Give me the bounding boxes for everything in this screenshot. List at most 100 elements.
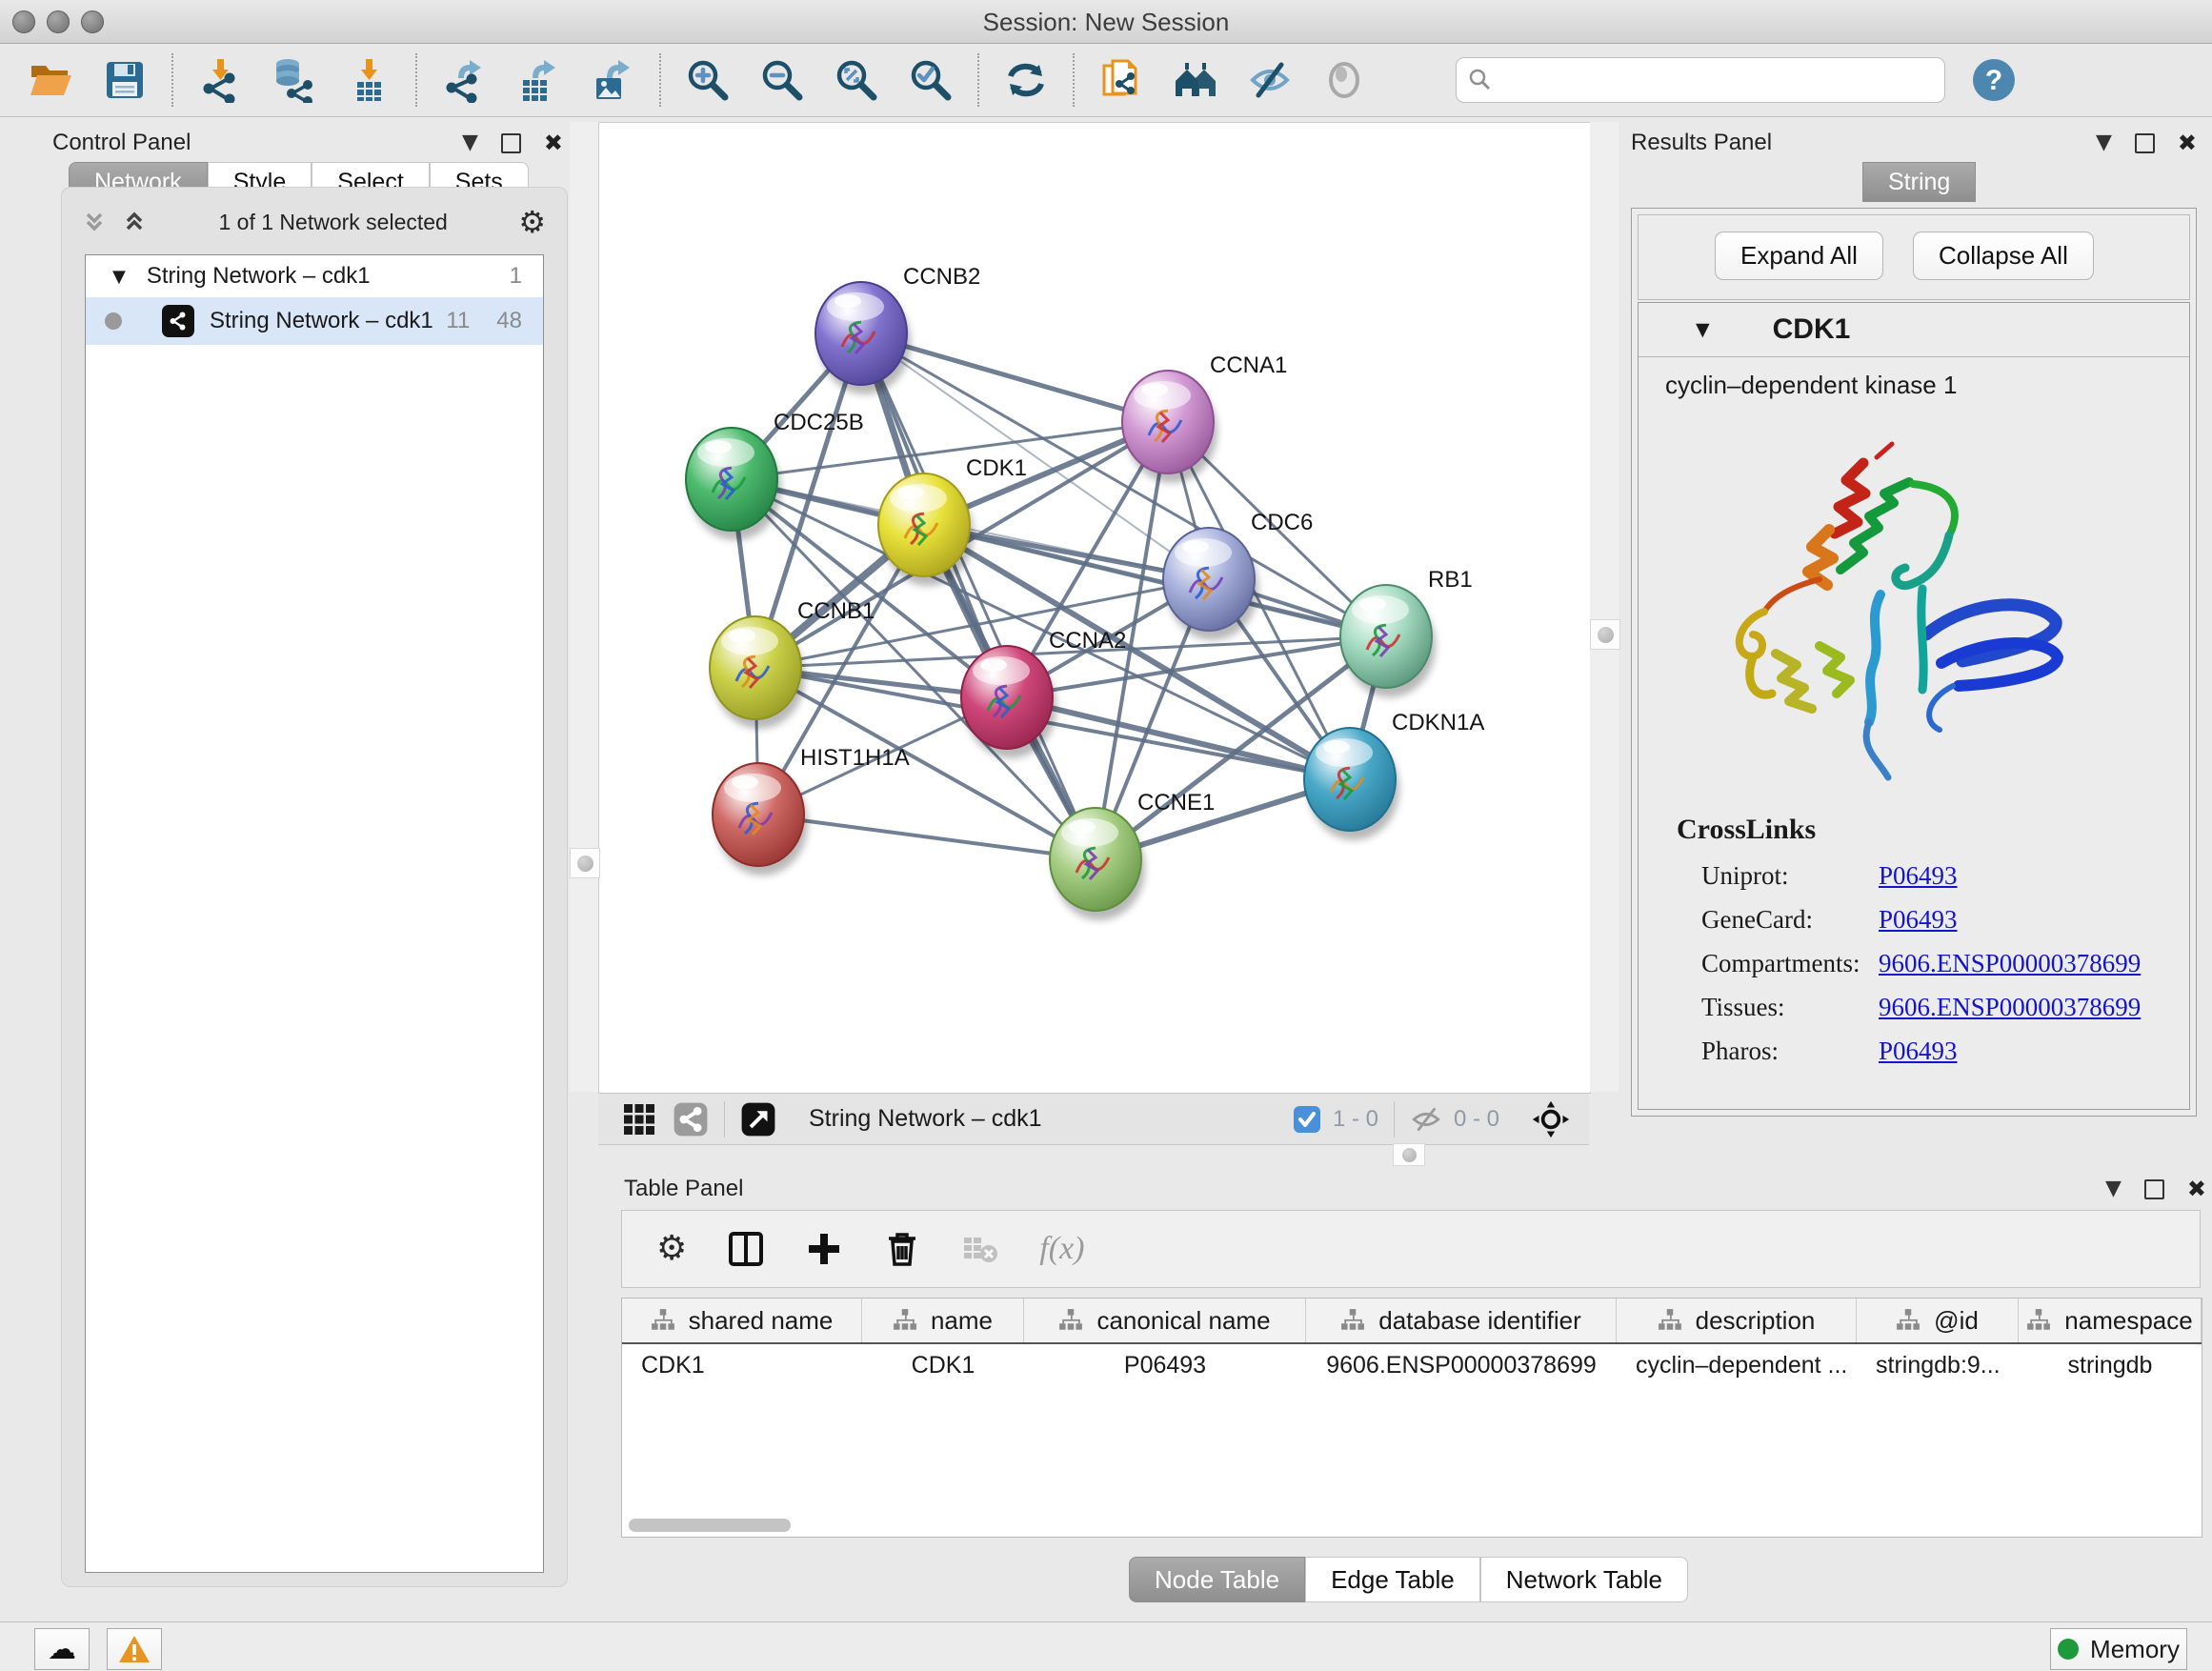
network-node-CCNB2[interactable]: CCNB2 [815,264,980,394]
crosslink-link[interactable]: 9606.ENSP00000378699 [1879,949,2141,978]
network-node-CCNA1[interactable]: CCNA1 [1122,352,1287,483]
tab-node-table[interactable]: Node Table [1129,1557,1305,1602]
delete-table-icon[interactable] [961,1230,999,1268]
fit-center-crosshair-icon[interactable] [1532,1100,1570,1138]
table-horizontal-scrollbar[interactable] [629,1519,791,1532]
hidden-counts: 0 - 0 [1454,1106,1499,1133]
network-options-gear-icon[interactable]: ⚙ [518,207,546,237]
apply-preferred-layout-icon[interactable] [1002,56,1050,104]
table-cell[interactable]: cyclin–dependent ... [1617,1352,1857,1379]
export-image-icon[interactable] [589,56,636,104]
search-input[interactable] [1493,66,1906,94]
expand-all-chevron-icon[interactable] [121,209,148,235]
results-panel-float-icon[interactable] [2135,133,2155,153]
table-cell[interactable]: P06493 [1024,1352,1306,1379]
table-row[interactable]: CDK1CDK1P064939606.ENSP00000378699cyclin… [622,1344,2202,1386]
show-columns-icon[interactable] [727,1230,765,1268]
detach-view-icon[interactable] [740,1101,776,1137]
table-cell[interactable]: CDK1 [862,1352,1024,1379]
crosslink-link[interactable]: 9606.ENSP00000378699 [1879,993,2141,1022]
column-header-namespace[interactable]: namespace [2019,1299,2202,1342]
import-network-from-file-icon[interactable] [196,56,244,104]
control-panel-close-icon[interactable]: ✖ [544,131,563,154]
help-icon[interactable]: ? [1970,56,2018,104]
open-session-icon[interactable] [27,56,74,104]
table-cell[interactable]: CDK1 [622,1352,862,1379]
zoom-out-icon[interactable] [758,56,806,104]
network-edge-CCNA2-CDKN1A[interactable] [1007,697,1350,779]
zoom-fit-icon[interactable] [833,56,880,104]
column-header-canonical-name[interactable]: canonical name [1024,1299,1306,1342]
results-panel-menu-icon[interactable]: ▼ [2096,132,2112,153]
column-header-name[interactable]: name [862,1299,1024,1342]
graphics-details-icon[interactable] [673,1101,709,1137]
crosslink-link[interactable]: P06493 [1879,1037,1958,1066]
table-cell[interactable]: 9606.ENSP00000378699 [1306,1352,1617,1379]
first-neighbors-icon[interactable] [1172,56,1219,104]
tab-edge-table[interactable]: Edge Table [1305,1557,1480,1602]
memory-button[interactable]: Memory [2050,1628,2187,1670]
results-panel-close-icon[interactable]: ✖ [2178,131,2197,154]
export-table-icon[interactable] [514,56,562,104]
network-node-RB1[interactable]: RB1 [1340,567,1473,697]
table-settings-gear-icon[interactable]: ⚙ [656,1232,687,1266]
table-cell[interactable]: stringdb:9... [1857,1352,2019,1379]
birdseye-view-icon[interactable] [623,1103,655,1136]
import-network-from-database-icon[interactable] [271,56,318,104]
column-header-@id[interactable]: @id [1857,1299,2019,1342]
table-cell[interactable]: stringdb [2019,1352,2202,1379]
delete-column-trash-icon[interactable] [883,1230,921,1268]
network-current-dot-icon [105,312,122,330]
table-panel-menu-icon[interactable]: ▼ [2105,1178,2122,1199]
create-column-icon[interactable] [805,1230,843,1268]
column-header-database-identifier[interactable]: database identifier [1306,1299,1617,1342]
show-all-eye-icon[interactable] [1320,56,1368,104]
crosslink-link[interactable]: P06493 [1879,905,1958,935]
table-tabs: Node TableEdge TableNetwork Table [1129,1557,1688,1602]
node-label-RB1: RB1 [1428,567,1473,593]
warning-status-button[interactable] [107,1628,162,1670]
right-splitter-handle[interactable] [1590,619,1620,650]
table-panel-close-icon[interactable]: ✖ [2187,1178,2206,1200]
zoom-selected-icon[interactable] [907,56,955,104]
crosslink-label: Compartments: [1701,949,1879,978]
hide-selected-eye-icon[interactable] [1246,56,1294,104]
network-node-CDC6[interactable]: CDC6 [1163,510,1313,640]
network-edge-CCNB2-CCNE1[interactable] [861,333,1096,859]
bottom-splitter-handle[interactable] [1393,1143,1425,1166]
tab-network-table[interactable]: Network Table [1480,1557,1688,1602]
network-edge-HIST1H1A-CCNE1[interactable] [758,815,1096,859]
network-canvas[interactable]: CCNB2CCNA1CDC25BCDK1CDC6RB1CCNB1CCNA2CDK… [598,122,1591,1094]
expand-all-button[interactable]: Expand All [1715,232,1883,280]
right-splitter[interactable] [1590,122,1619,1092]
left-splitter-handle[interactable] [570,848,600,878]
save-session-icon[interactable] [101,56,149,104]
zoom-in-icon[interactable] [684,56,732,104]
column-header-shared-name[interactable]: shared name [622,1299,862,1342]
network-row-selected[interactable]: String Network – cdk1 11 48 [86,297,543,345]
tab-string[interactable]: String [1862,162,1976,202]
network-node-CDKN1A[interactable]: CDKN1A [1304,710,1484,840]
import-table-from-file-icon[interactable] [345,56,392,104]
function-builder-icon[interactable]: f(x) [1039,1231,1084,1267]
hidden-eye-icon[interactable] [1410,1103,1442,1136]
control-panel-float-icon[interactable] [501,133,521,153]
control-panel-menu-icon[interactable]: ▼ [462,132,478,153]
crosslink-link[interactable]: P06493 [1879,861,1958,891]
network-node-CDC25B[interactable]: CDC25B [686,410,864,540]
left-splitter[interactable] [570,122,598,1092]
collection-expander-icon[interactable]: ▼ [112,267,126,287]
toolbar-separator [1394,1101,1395,1137]
column-header-description[interactable]: description [1617,1299,1857,1342]
new-network-from-selection-icon[interactable] [1097,56,1145,104]
cloud-status-button[interactable]: ☁ [34,1628,90,1670]
collapse-all-button[interactable]: Collapse All [1913,232,2094,280]
table-panel-float-icon[interactable] [2144,1179,2164,1199]
selected-checkbox-icon[interactable] [1293,1105,1321,1134]
collapse-all-chevron-icon[interactable] [81,209,108,235]
export-network-icon[interactable] [440,56,488,104]
protein-section-header[interactable]: ▼ CDK1 [1639,303,2189,357]
network-collection-row[interactable]: ▼ String Network – cdk1 1 [86,255,543,297]
network-node-HIST1H1A[interactable]: HIST1H1A [713,745,910,876]
protein-expander-icon[interactable]: ▼ [1696,319,1710,340]
